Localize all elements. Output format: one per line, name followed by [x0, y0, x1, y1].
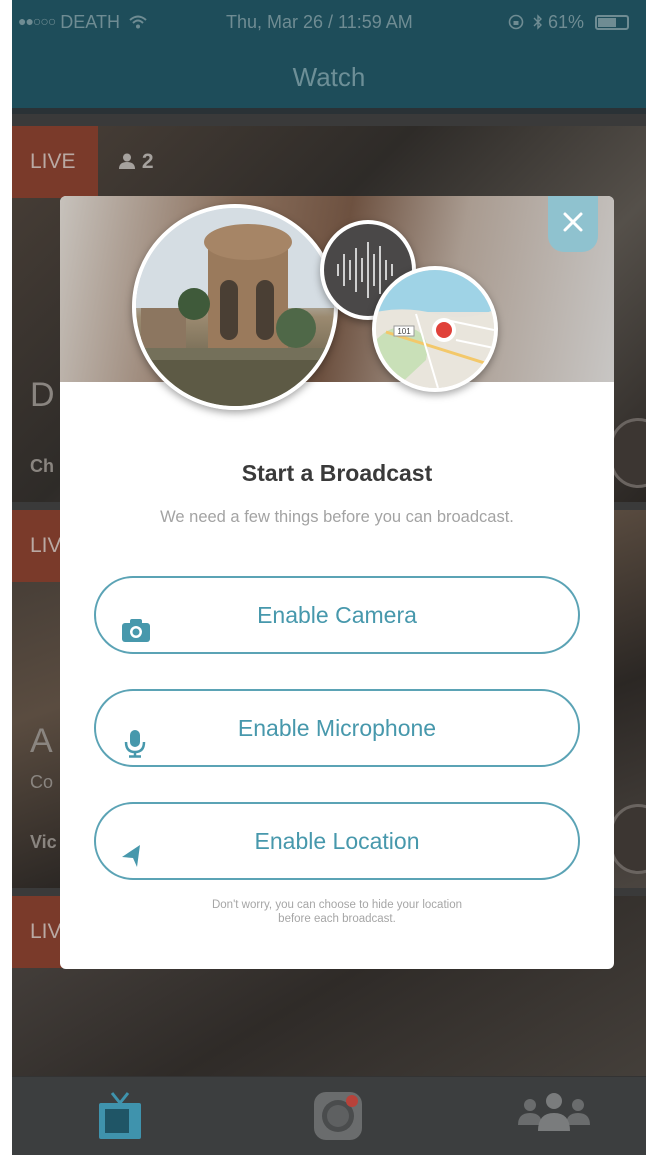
modal-title: Start a Broadcast	[241, 460, 433, 486]
rotation-lock-icon	[508, 12, 529, 32]
location-note-line1: Don't worry, you can choose to hide your…	[211, 899, 462, 911]
page-title: Watch	[292, 62, 366, 92]
viewer-count: 2	[118, 150, 154, 174]
battery-percent: 61%	[548, 12, 585, 32]
battery-icon	[595, 15, 630, 30]
enable-microphone-label: Enable Microphone	[237, 715, 437, 741]
microphone-icon	[120, 713, 152, 758]
people-icon	[516, 1093, 592, 1137]
broadcast-title: A	[30, 722, 53, 760]
app-screen: ●●○○○ DEATH Thu, Mar 26 / 11:59 AM 61% W…	[12, 0, 646, 1155]
viewer-count-value: 2	[141, 150, 154, 173]
camera-icon	[120, 600, 152, 642]
avatar	[610, 804, 646, 874]
tab-people[interactable]	[516, 1089, 592, 1138]
highway-label: 101	[397, 327, 411, 336]
viewer-icon	[118, 150, 142, 173]
modal-subtitle: We need a few things before you can broa…	[160, 508, 514, 526]
signal-strength: ●●○○○	[18, 13, 56, 29]
broadcast-user: Ch	[30, 456, 54, 476]
broadcast-user: Vic	[30, 832, 57, 852]
carrier-name: DEATH	[60, 12, 120, 32]
tv-icon	[96, 1092, 144, 1145]
live-badge: LIVE	[12, 126, 98, 198]
avatar	[610, 418, 646, 488]
broadcast-location: Co	[30, 772, 54, 792]
enable-camera-button[interactable]: Enable Camera	[94, 576, 580, 654]
tab-watch[interactable]	[96, 1089, 144, 1146]
modal-header-image: 101	[60, 196, 614, 410]
location-privacy-note: Don't worry, you can choose to hide your…	[60, 898, 614, 926]
enable-microphone-button[interactable]: Enable Microphone	[94, 689, 580, 767]
tab-bar	[12, 1076, 646, 1155]
location-arrow-icon	[120, 826, 152, 867]
wifi-icon	[125, 12, 147, 32]
status-datetime: Thu, Mar 26 / 11:59 AM	[226, 12, 413, 32]
enable-camera-label: Enable Camera	[257, 602, 417, 628]
close-button[interactable]	[548, 196, 598, 252]
broadcast-permissions-modal: 101 Start a Broadcast We need a few thin…	[60, 196, 614, 969]
enable-location-label: Enable Location	[254, 828, 420, 854]
camera-preview-image	[132, 204, 338, 410]
broadcast-title: D	[30, 376, 55, 414]
location-note-line2: before each broadcast.	[278, 913, 396, 925]
tab-broadcast[interactable]	[312, 1089, 364, 1148]
broadcast-icon	[312, 1092, 364, 1147]
close-icon	[562, 211, 584, 238]
status-bar: ●●○○○ DEATH Thu, Mar 26 / 11:59 AM 61%	[12, 0, 646, 48]
map-preview-image: 101	[372, 266, 498, 392]
carrier-info: ●●○○○ DEATH	[18, 12, 147, 33]
battery-area: 61%	[508, 12, 630, 33]
enable-location-button[interactable]: Enable Location	[94, 802, 580, 880]
bluetooth-icon	[529, 12, 548, 32]
nav-bar: Watch	[12, 48, 646, 114]
